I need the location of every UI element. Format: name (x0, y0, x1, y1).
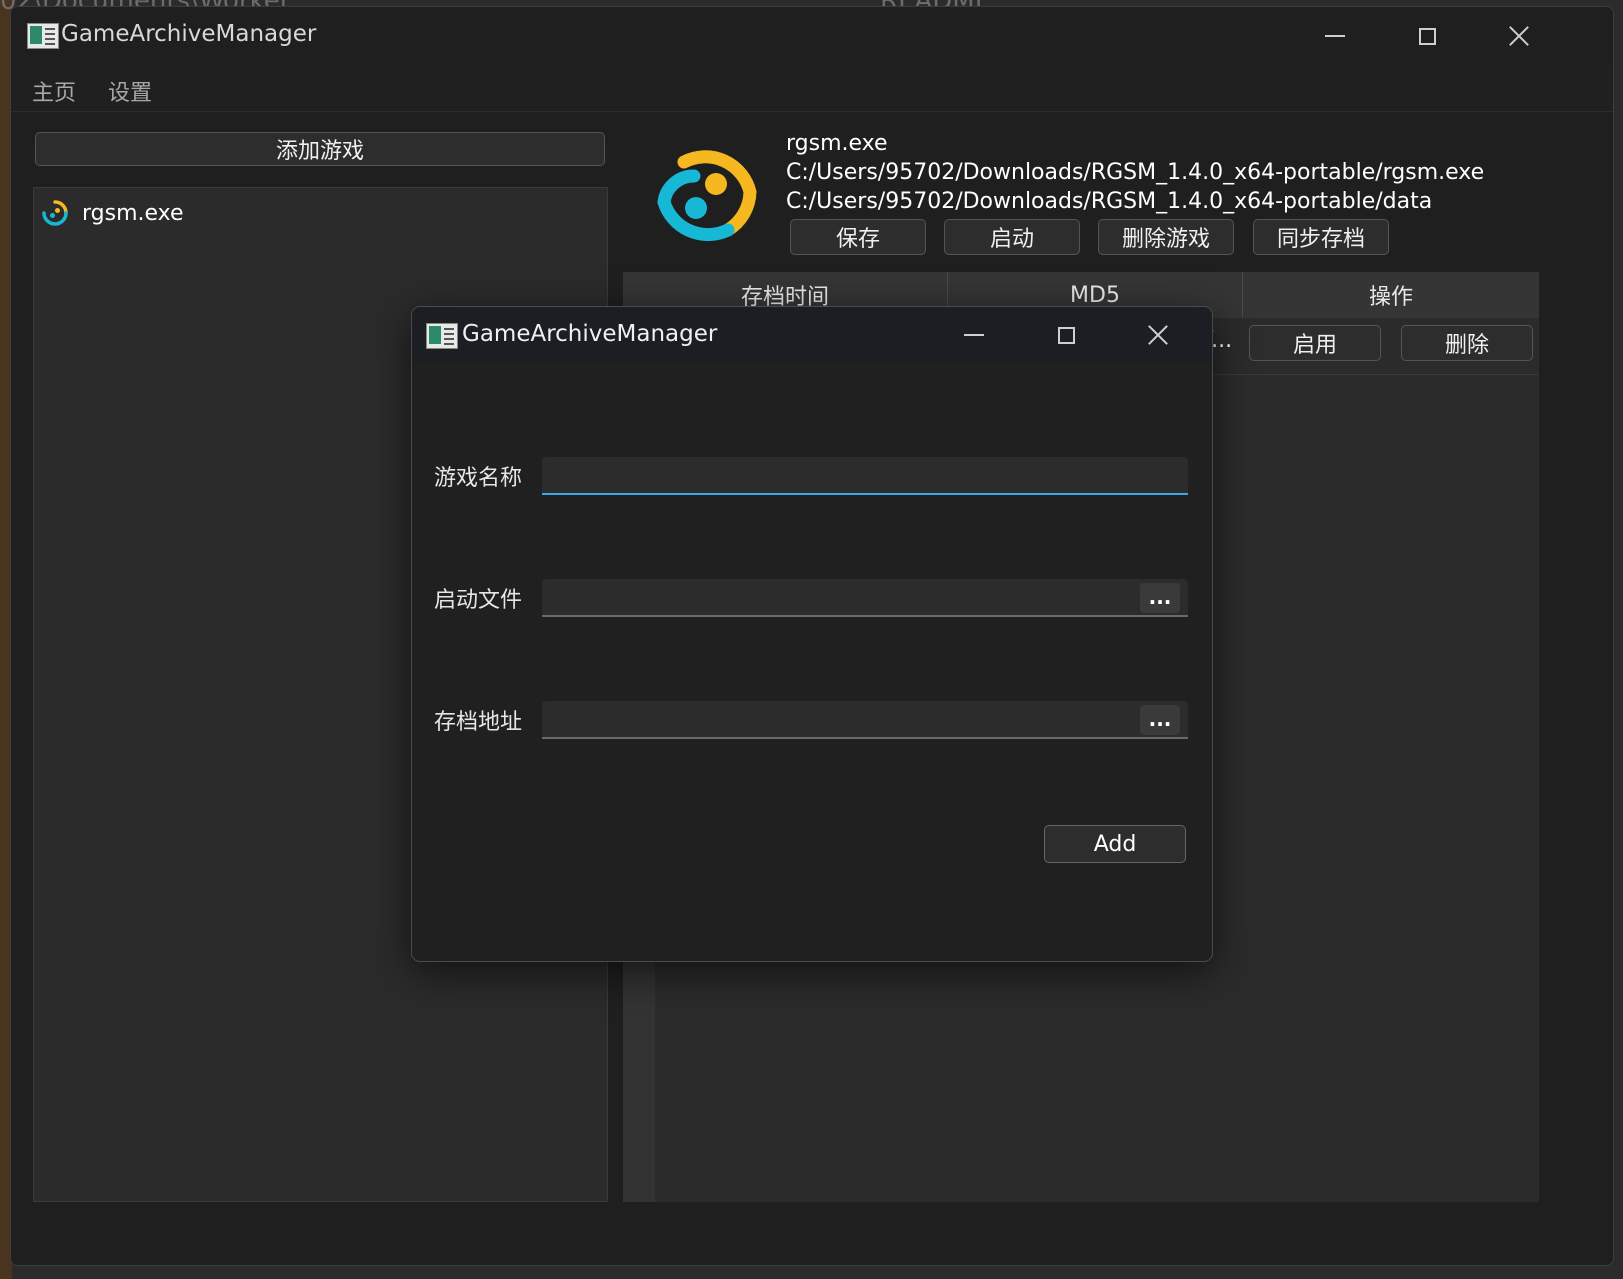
maximize-button[interactable] (1381, 7, 1473, 65)
add-game-dialog: GameArchiveManager 游戏名称 启动文件 ... 存档地址 ..… (411, 306, 1213, 962)
launch-file-browse-button[interactable]: ... (1140, 583, 1180, 613)
game-name-input[interactable] (542, 457, 1188, 495)
game-name-label: 游戏名称 (434, 466, 523, 491)
delete-archive-button[interactable]: 删除 (1401, 325, 1533, 361)
maximize-icon (1418, 27, 1436, 45)
dialog-minimize-button[interactable] (928, 307, 1020, 363)
dialog-close-button[interactable] (1112, 307, 1204, 363)
close-icon (1508, 25, 1530, 47)
minimize-icon (1325, 35, 1345, 37)
archive-path-label: 存档地址 (434, 710, 523, 735)
minimize-button[interactable] (1289, 7, 1381, 65)
list-item[interactable]: rgsm.exe (42, 196, 184, 230)
delete-game-button[interactable]: 删除游戏 (1098, 219, 1234, 255)
maximize-icon (1057, 326, 1075, 344)
archive-path-input[interactable] (542, 701, 1188, 739)
menu-item-home[interactable]: 主页 (32, 75, 76, 107)
menu-bar: 主页 设置 (11, 65, 1613, 112)
column-header-actions[interactable]: 操作 (1243, 272, 1539, 318)
archive-path-browse-button[interactable]: ... (1140, 705, 1180, 735)
game-exe-path: C:/Users/95702/Downloads/RGSM_1.4.0_x64-… (786, 160, 1485, 185)
launch-file-label: 启动文件 (434, 588, 523, 613)
game-save-path: C:/Users/95702/Downloads/RGSM_1.4.0_x64-… (786, 189, 1433, 214)
dialog-maximize-button[interactable] (1020, 307, 1112, 363)
sync-archive-button[interactable]: 同步存档 (1253, 219, 1389, 255)
close-icon (1147, 324, 1169, 346)
game-list-item-label: rgsm.exe (82, 200, 184, 226)
launch-button[interactable]: 启动 (944, 219, 1080, 255)
launch-file-input[interactable] (542, 579, 1188, 617)
dialog-app-icon (426, 323, 458, 349)
dialog-title: GameArchiveManager (462, 321, 718, 347)
app-icon (27, 23, 59, 49)
close-button[interactable] (1473, 7, 1565, 65)
menu-item-settings[interactable]: 设置 (108, 75, 152, 107)
save-button[interactable]: 保存 (790, 219, 926, 255)
game-logo-icon (657, 150, 757, 242)
minimize-icon (964, 334, 984, 336)
add-button[interactable]: Add (1044, 825, 1186, 863)
main-titlebar[interactable]: GameArchiveManager (11, 7, 1613, 66)
add-game-button[interactable]: 添加游戏 (35, 132, 605, 166)
main-window-title: GameArchiveManager (61, 21, 317, 47)
rgsm-logo-icon (42, 200, 68, 226)
enable-archive-button[interactable]: 启用 (1249, 325, 1381, 361)
game-name-text: rgsm.exe (786, 131, 888, 156)
dialog-titlebar[interactable]: GameArchiveManager (412, 307, 1212, 363)
